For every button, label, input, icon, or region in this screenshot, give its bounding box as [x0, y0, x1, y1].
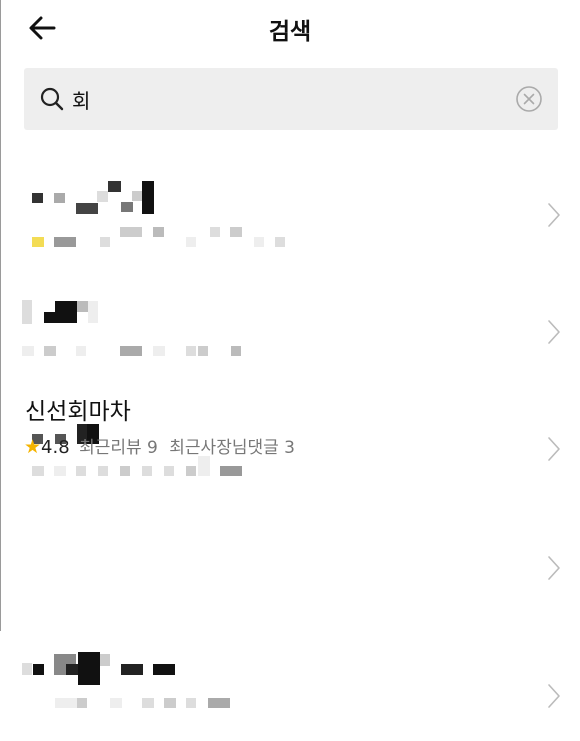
result-item[interactable]	[0, 624, 580, 741]
result-name: 신선회마차	[25, 399, 131, 425]
chevron-right-icon	[548, 437, 560, 461]
chevron-right-icon	[548, 320, 560, 344]
chevron-right-icon	[548, 556, 560, 580]
chevron-right-icon	[548, 203, 560, 227]
page-title: 검색	[268, 19, 312, 45]
search-icon	[40, 87, 64, 111]
result-meta: ★4.8 최근리뷰 9 최근사장님댓글 3	[24, 433, 295, 458]
chevron-right-icon	[548, 684, 560, 708]
clear-icon[interactable]	[515, 85, 543, 113]
owner-reply-count: 최근사장님댓글 3	[169, 438, 295, 458]
rating-value: 4.8	[41, 437, 70, 458]
search-input[interactable]	[72, 81, 492, 117]
review-count: 최근리뷰 9	[79, 438, 158, 458]
star-icon: ★	[24, 436, 42, 458]
result-item[interactable]	[0, 494, 580, 611]
header: 검색	[0, 0, 580, 58]
result-item[interactable]	[0, 260, 580, 377]
result-item[interactable]	[0, 143, 580, 260]
search-bar[interactable]	[24, 68, 558, 130]
